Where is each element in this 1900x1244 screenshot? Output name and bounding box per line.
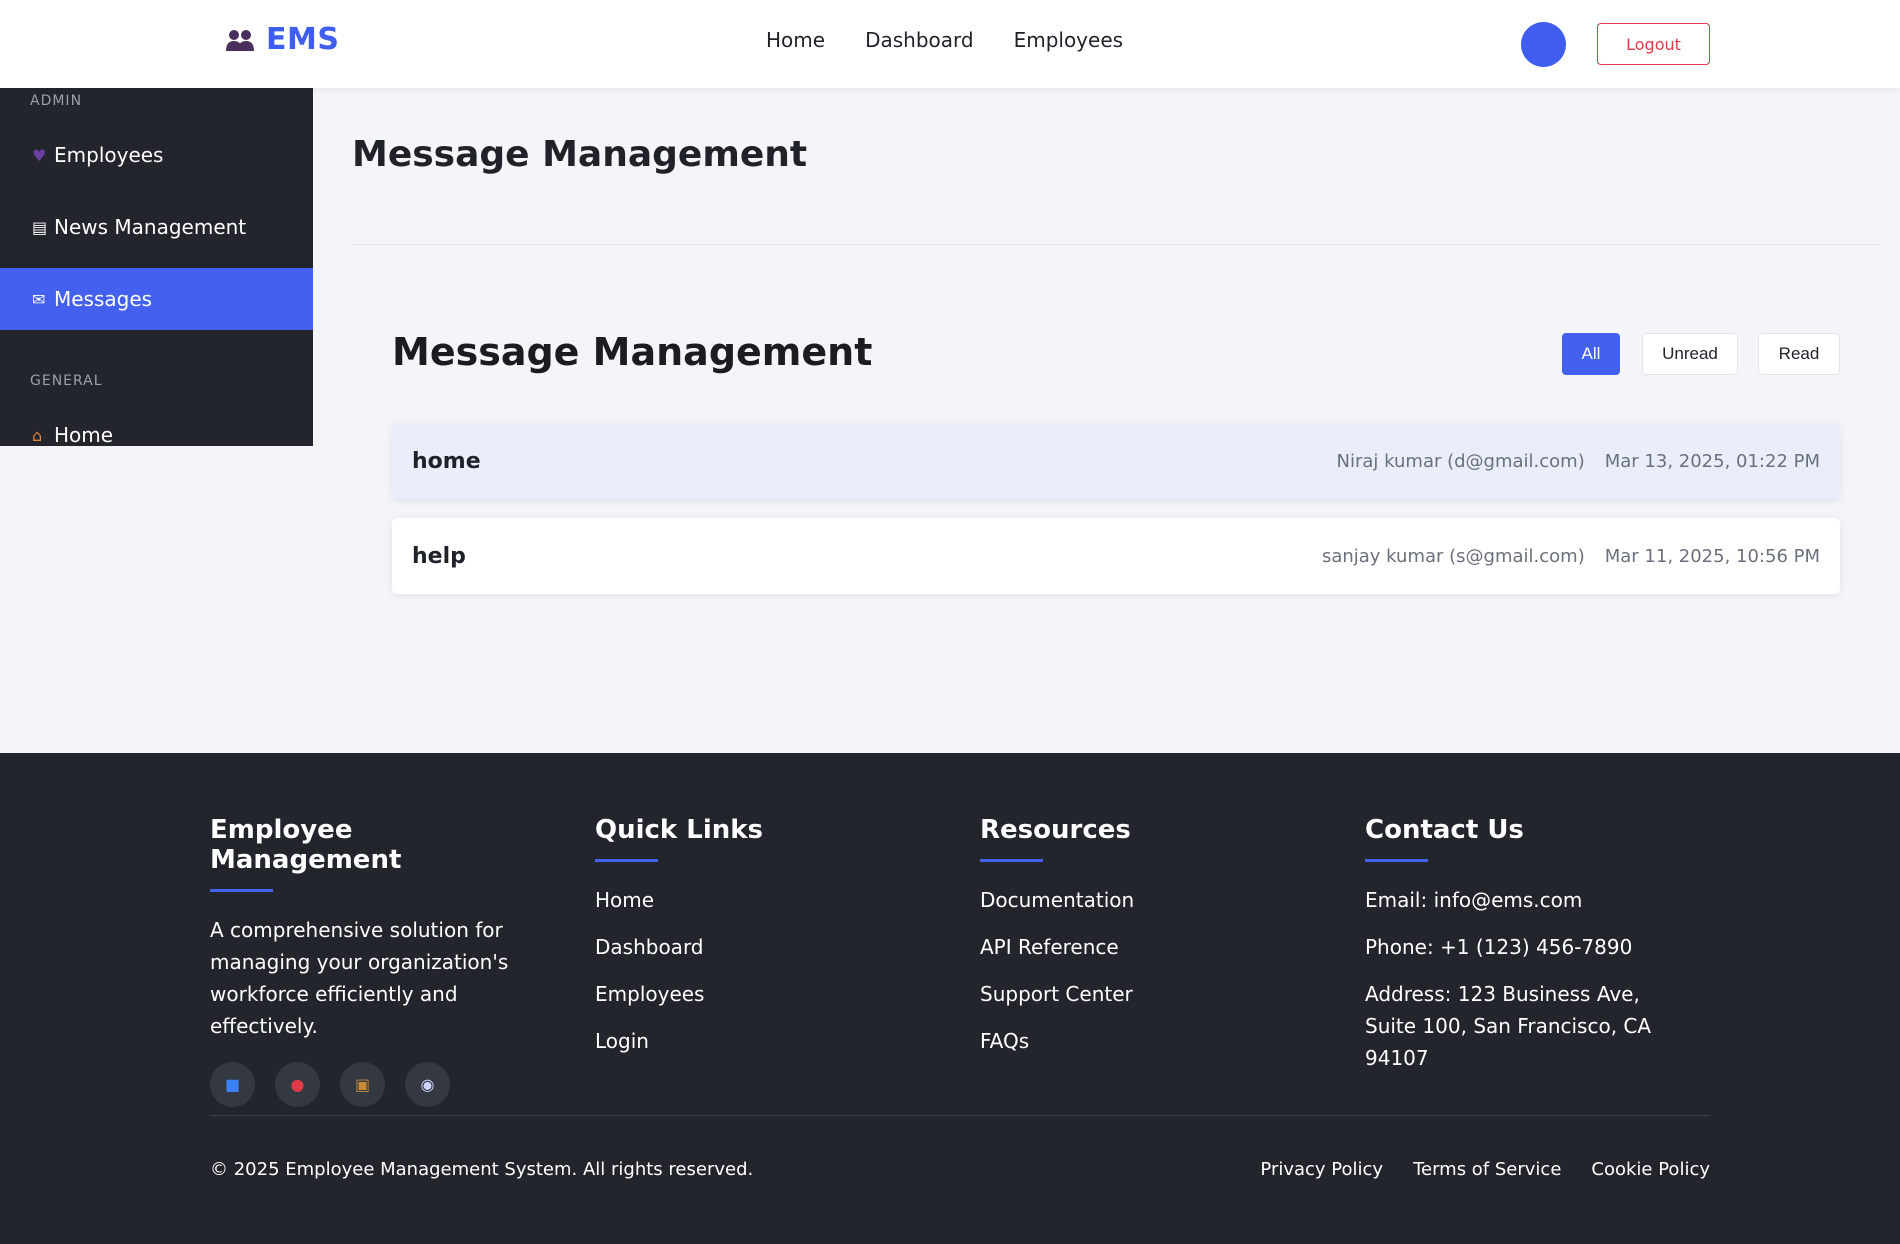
filter-unread-button[interactable]: Unread xyxy=(1642,333,1738,375)
message-subject: home xyxy=(412,448,481,474)
brand-name: EMS xyxy=(266,22,340,57)
contact-email: Email: info@ems.com xyxy=(1365,888,1583,912)
title-underline xyxy=(595,859,658,862)
nav-employees[interactable]: Employees xyxy=(1014,28,1123,52)
avatar[interactable] xyxy=(1521,22,1566,67)
footer-quick-links: Quick Links Home Dashboard Employees Log… xyxy=(595,815,935,1072)
sidebar-item-label: Home xyxy=(54,423,114,446)
instagram-icon[interactable]: ◉ xyxy=(405,1062,450,1107)
footer-resources: Resources Documentation API Reference Su… xyxy=(980,815,1320,1072)
title-underline xyxy=(1365,859,1428,862)
footer-about: Employee Management A comprehensive solu… xyxy=(210,815,550,1107)
footer-link-support-center[interactable]: Support Center xyxy=(980,978,1320,1025)
terms-of-service-link[interactable]: Terms of Service xyxy=(1413,1159,1561,1180)
sidebar-item-label: Employees xyxy=(54,143,164,167)
contact-phone: Phone: +1 (123) 456-7890 xyxy=(1365,935,1633,959)
social-links: ■ ● ▣ ◉ xyxy=(210,1062,550,1107)
nav-home[interactable]: Home xyxy=(766,28,825,52)
sidebar-section-admin: ADMIN xyxy=(30,93,83,109)
twitter-icon[interactable]: ● xyxy=(275,1062,320,1107)
message-sender: Niraj kumar (d@gmail.com) xyxy=(1336,450,1585,472)
footer-contact: Contact Us Email: info@ems.com Phone: +1… xyxy=(1365,815,1705,1074)
copyright: © 2025 Employee Management System. All r… xyxy=(210,1159,754,1180)
newspaper-icon: ▤ xyxy=(32,217,48,237)
logout-button[interactable]: Logout xyxy=(1597,23,1710,65)
footer-resources-title: Resources xyxy=(980,815,1131,845)
sidebar: ADMIN ♥ Employees ▤ News Management ✉ Me… xyxy=(0,88,313,446)
footer-link-documentation[interactable]: Documentation xyxy=(980,884,1320,931)
sidebar-item-home[interactable]: ⌂ Home xyxy=(0,404,313,446)
footer-about-text: A comprehensive solution for managing yo… xyxy=(210,918,509,1038)
sidebar-item-messages[interactable]: ✉ Messages xyxy=(0,268,313,330)
section-title: Message Management xyxy=(392,330,873,374)
envelope-icon: ✉ xyxy=(32,289,46,309)
footer-link-home[interactable]: Home xyxy=(595,884,935,931)
footer-link-login[interactable]: Login xyxy=(595,1025,935,1072)
nav-dashboard[interactable]: Dashboard xyxy=(865,28,974,52)
message-item[interactable]: home Niraj kumar (d@gmail.com) Mar 13, 2… xyxy=(392,423,1840,499)
sidebar-item-news-management[interactable]: ▤ News Management xyxy=(0,196,313,258)
contact-address: Address: 123 Business Ave, Suite 100, Sa… xyxy=(1365,982,1652,1070)
footer-link-employees[interactable]: Employees xyxy=(595,978,935,1025)
message-date: Mar 11, 2025, 10:56 PM xyxy=(1604,545,1820,567)
title-underline xyxy=(210,889,273,892)
filter-all-button[interactable]: All xyxy=(1562,333,1620,375)
divider xyxy=(352,244,1880,245)
footer-link-faqs[interactable]: FAQs xyxy=(980,1025,1320,1072)
message-item[interactable]: help sanjay kumar (s@gmail.com) Mar 11, … xyxy=(392,518,1840,594)
footer-contact-title: Contact Us xyxy=(1365,815,1524,845)
sidebar-item-employees[interactable]: ♥ Employees xyxy=(0,124,313,186)
sidebar-section-general: GENERAL xyxy=(30,373,103,389)
house-icon: ⌂ xyxy=(32,425,43,445)
title-underline xyxy=(980,859,1043,862)
footer-link-api-reference[interactable]: API Reference xyxy=(980,931,1320,978)
people-icon: ♥ xyxy=(32,145,47,165)
cookie-policy-link[interactable]: Cookie Policy xyxy=(1591,1159,1710,1180)
message-sender: sanjay kumar (s@gmail.com) xyxy=(1321,545,1585,567)
filter-read-button[interactable]: Read xyxy=(1758,333,1840,375)
page-title: Message Management xyxy=(352,134,808,175)
footer-about-title: Employee Management xyxy=(210,815,402,875)
main-nav: Home Dashboard Employees xyxy=(766,28,1123,52)
facebook-icon[interactable]: ■ xyxy=(210,1062,255,1107)
linkedin-icon[interactable]: ▣ xyxy=(340,1062,385,1107)
footer-divider xyxy=(210,1115,1710,1116)
people-icon xyxy=(226,29,254,51)
brand[interactable]: EMS xyxy=(224,22,339,57)
top-navbar: EMS Home Dashboard Employees Logout xyxy=(0,0,1900,88)
sidebar-item-label: News Management xyxy=(54,215,247,239)
privacy-policy-link[interactable]: Privacy Policy xyxy=(1260,1159,1383,1180)
sidebar-item-label: Messages xyxy=(54,287,153,311)
legal-links: Privacy Policy Terms of Service Cookie P… xyxy=(1260,1159,1710,1180)
message-subject: help xyxy=(412,543,466,569)
footer: Employee Management A comprehensive solu… xyxy=(0,753,1900,1244)
footer-link-dashboard[interactable]: Dashboard xyxy=(595,931,935,978)
message-date: Mar 13, 2025, 01:22 PM xyxy=(1604,450,1820,472)
footer-quick-links-title: Quick Links xyxy=(595,815,764,845)
